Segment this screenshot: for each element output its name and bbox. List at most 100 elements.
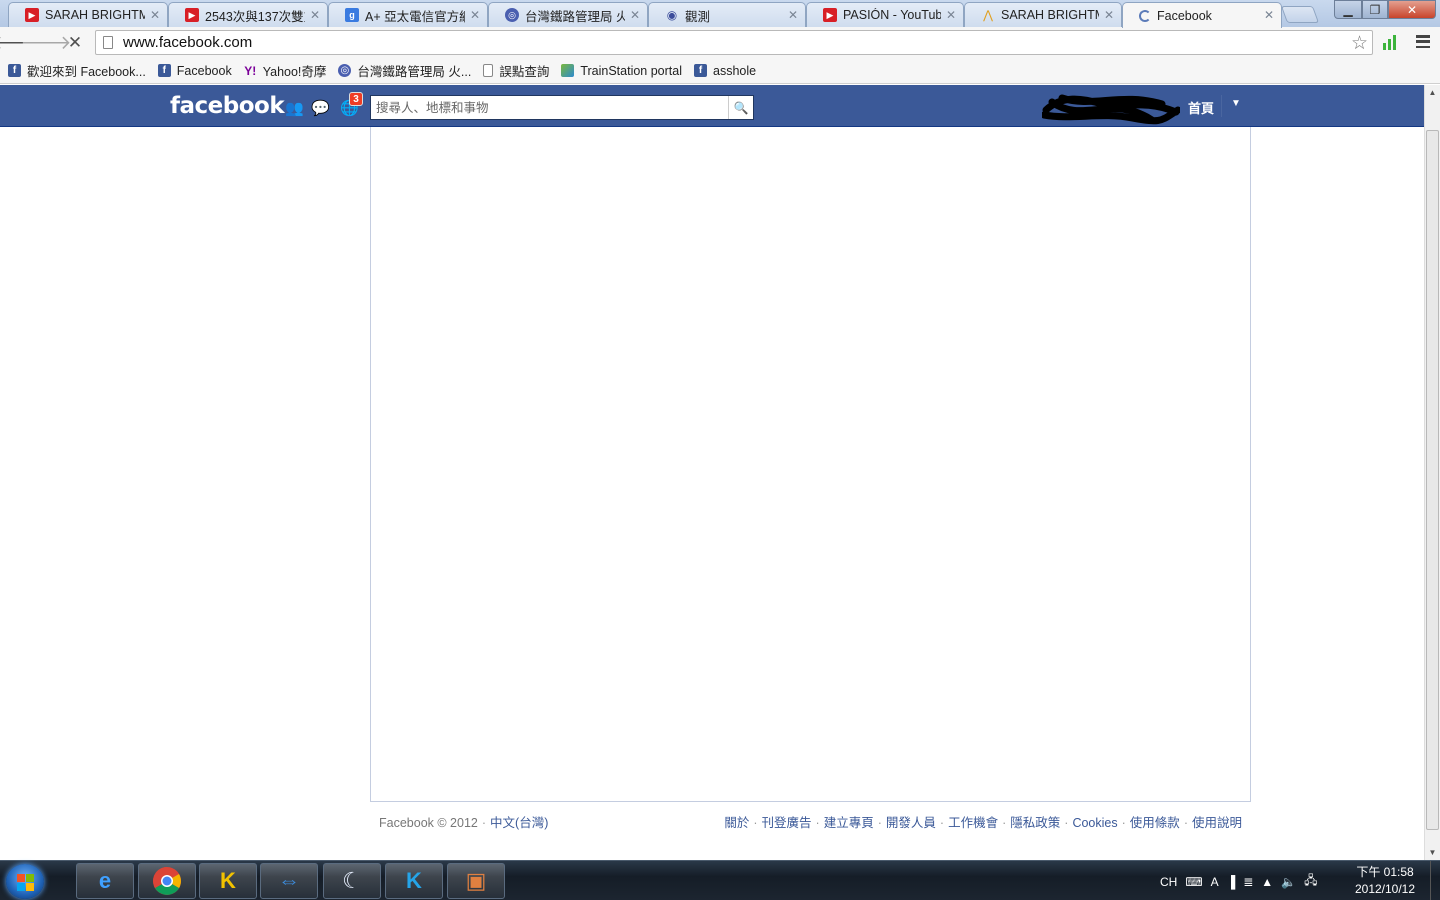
bookmark-label: 台灣鐵路管理局 火... [357, 65, 472, 79]
globe-icon: ◎ [505, 8, 519, 22]
tab-observation[interactable]: ◉ 觀測 ✕ [648, 2, 806, 27]
chrome-menu-icon[interactable] [1416, 35, 1430, 48]
search-icon[interactable]: 🔍 [728, 96, 753, 119]
system-tray: CH ⌨ A ▐ ≣ ▲ 🔈 🖧 [1160, 871, 1318, 892]
bookmark-facebook[interactable]: f Facebook [157, 63, 232, 78]
loading-spinner-icon [1139, 9, 1151, 22]
close-icon[interactable]: ✕ [310, 8, 320, 22]
close-icon[interactable]: ✕ [946, 8, 956, 22]
facebook-logo[interactable]: facebook [170, 93, 285, 119]
messages-icon[interactable]: 💬 [311, 99, 330, 117]
tab-label: SARAH BRIGHTMAN [45, 8, 145, 22]
font-icon[interactable]: A [1211, 875, 1219, 889]
close-window-button[interactable]: ✕ [1388, 0, 1436, 19]
start-button[interactable] [6, 864, 44, 899]
bookmark-delay-query[interactable]: 誤點查詢 [483, 61, 549, 80]
footer-link-advertising[interactable]: 刊登廣告 [762, 816, 812, 830]
new-tab-button[interactable] [1280, 6, 1320, 23]
volume-icon[interactable]: 🔈 [1281, 875, 1296, 889]
stop-loading-icon[interactable]: ✕ [63, 31, 87, 55]
chrome-logo [153, 867, 181, 895]
kkbox-icon[interactable]: K [385, 863, 443, 899]
footer-language-link[interactable]: 中文(台灣) [490, 816, 548, 830]
youtube-icon: ▶ [823, 8, 837, 22]
bookmark-yahoo[interactable]: Y! Yahoo!奇摩 [244, 61, 327, 80]
bird-icon: ⋀ [983, 8, 993, 22]
bookmark-asshole[interactable]: f asshole [694, 64, 756, 78]
tab-train-video[interactable]: ▶ 2543次與137次雙重 ✕ [168, 2, 328, 27]
url-text[interactable]: www.facebook.com [123, 34, 252, 51]
content-area [370, 127, 1251, 802]
bookmark-trainstation-portal[interactable]: TrainStation portal [561, 64, 682, 78]
eye-icon: ◉ [666, 8, 678, 22]
tab-sarah-brightman-2[interactable]: ⋀ SARAH BRIGHTMAN ✕ [964, 2, 1122, 27]
footer-link-cookies[interactable]: Cookies [1072, 816, 1117, 830]
yahoo-icon: Y! [244, 63, 257, 78]
footer-link-developers[interactable]: 開發人員 [886, 816, 936, 830]
bookmark-welcome-facebook[interactable]: f 歡迎來到 Facebook... [8, 61, 146, 80]
tab-taiwan-railway[interactable]: ◎ 台灣鐵路管理局 火車 ✕ [488, 2, 648, 27]
ime-mode-icon[interactable]: ⌨ [1185, 875, 1202, 889]
moon-app-icon[interactable]: ☾ [323, 863, 381, 899]
tab-label: A+ 亞太電信官方網站 [365, 9, 465, 24]
tab-label: Facebook [1157, 8, 1212, 23]
close-icon[interactable]: ✕ [1264, 8, 1274, 22]
close-icon[interactable]: ✕ [470, 8, 480, 22]
forward-arrow-icon[interactable]: 🡒 [21, 31, 72, 55]
taskbar-clock[interactable]: 下午 01:58 2012/10/12 [1345, 864, 1425, 898]
bookmark-label: TrainStation portal [580, 63, 683, 78]
show-hidden-icons-arrow-icon[interactable]: ▲ [1261, 875, 1273, 889]
bookmark-label: 誤點查詢 [499, 65, 550, 79]
footer-link-privacy[interactable]: 隱私政策 [1010, 816, 1060, 830]
network-icon[interactable]: 🖧 [1304, 871, 1317, 892]
address-bar[interactable]: www.facebook.com ☆ [95, 30, 1373, 55]
close-icon[interactable]: ✕ [1104, 8, 1114, 22]
ime-indicator[interactable]: CH [1160, 875, 1177, 889]
account-menu-caret-icon[interactable]: ▼ [1231, 98, 1241, 109]
show-desktop-button[interactable] [1430, 861, 1440, 900]
footer-link-careers[interactable]: 工作機會 [948, 816, 998, 830]
search-input[interactable] [371, 96, 728, 119]
kmplayer-icon[interactable]: K [199, 863, 257, 899]
tab-label: 台灣鐵路管理局 火車 [525, 9, 625, 24]
redacted-username-scribble [1042, 94, 1180, 125]
notification-badge: 3 [349, 92, 363, 106]
train-icon [561, 64, 575, 77]
teamviewer-icon[interactable]: ⇔ [260, 863, 318, 899]
close-icon[interactable]: ✕ [788, 8, 798, 22]
vertical-scrollbar[interactable]: ▲ ▼ [1424, 85, 1440, 860]
bookmark-label: 歡迎來到 Facebook... [27, 65, 146, 79]
tab-aptg[interactable]: g A+ 亞太電信官方網站 ✕ [328, 2, 488, 27]
maximize-button[interactable]: ❐ [1362, 0, 1388, 19]
footer-link-create-page[interactable]: 建立專頁 [824, 816, 874, 830]
internet-explorer-icon[interactable]: e [76, 863, 134, 899]
home-link[interactable]: 首頁 [1188, 98, 1214, 117]
tab-strip: ▶ SARAH BRIGHTMAN ✕ ▶ 2543次與137次雙重 ✕ g A… [0, 0, 1440, 28]
remote-desktop-icon[interactable]: ▣ [447, 863, 505, 899]
browser-toolbar: 🡐 🡒 ✕ www.facebook.com ☆ [0, 27, 1440, 58]
tab-pasion-youtube[interactable]: ▶ PASIÓN - YouTube ✕ [806, 2, 964, 27]
tab-sarah-brightman-1[interactable]: ▶ SARAH BRIGHTMAN ✕ [8, 2, 168, 27]
footer-link-help[interactable]: 使用說明 [1192, 816, 1242, 830]
friend-requests-icon[interactable]: 👥 [285, 99, 304, 117]
clock-time: 下午 01:58 [1356, 865, 1414, 879]
chrome-icon[interactable] [138, 863, 196, 899]
scroll-down-arrow-icon[interactable]: ▼ [1425, 845, 1440, 860]
close-icon[interactable]: ✕ [150, 8, 160, 22]
bookmark-label: Yahoo!奇摩 [262, 65, 327, 79]
facebook-icon: f [8, 64, 21, 77]
footer-link-about[interactable]: 關於 [724, 816, 749, 830]
minimize-button[interactable]: ▁ [1334, 0, 1362, 19]
bookmark-label: Facebook [176, 63, 232, 78]
tab-facebook[interactable]: Facebook ✕ [1122, 2, 1282, 28]
bookmark-taiwan-railway[interactable]: ◎ 台灣鐵路管理局 火... [338, 61, 471, 80]
scroll-up-arrow-icon[interactable]: ▲ [1425, 85, 1440, 100]
scrollbar-thumb[interactable] [1426, 130, 1439, 830]
ime-settings-icon[interactable]: ≣ [1243, 875, 1253, 889]
footer-link-terms[interactable]: 使用條款 [1130, 816, 1180, 830]
half-width-icon[interactable]: ▐ [1227, 875, 1236, 889]
close-icon[interactable]: ✕ [630, 8, 640, 22]
bookmark-star-icon[interactable]: ☆ [1351, 32, 1368, 55]
extension-signal-icon[interactable] [1383, 34, 1399, 50]
facebook-header: facebook 👥 💬 🌐 3 🔍 首頁 ▼ [0, 85, 1424, 127]
